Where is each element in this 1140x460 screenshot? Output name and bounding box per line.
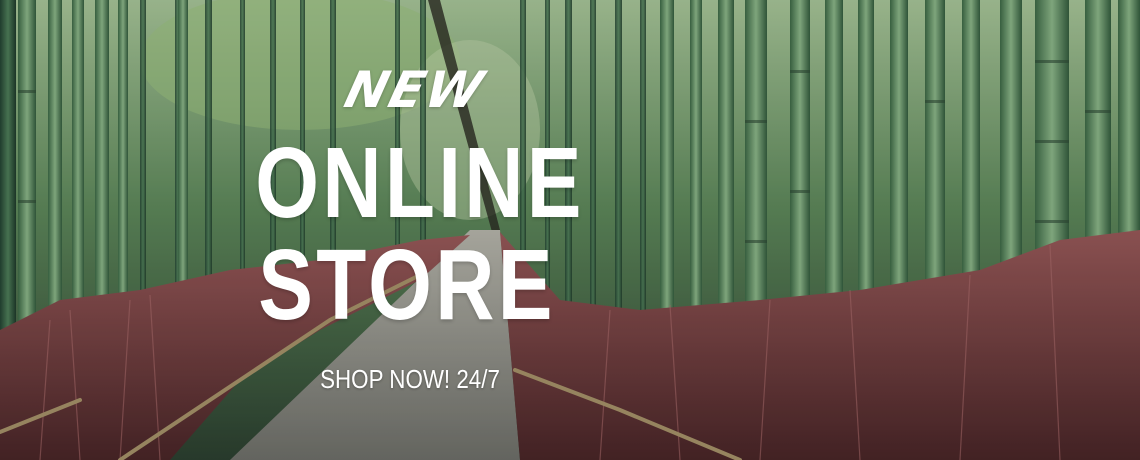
bamboo-forest-photo	[0, 0, 1140, 460]
hero-banner: NEW ONLINE STORE SHOP NOW! 24/7	[0, 0, 1140, 460]
shop-now-link[interactable]: SHOP NOW! 24/7	[307, 362, 513, 396]
